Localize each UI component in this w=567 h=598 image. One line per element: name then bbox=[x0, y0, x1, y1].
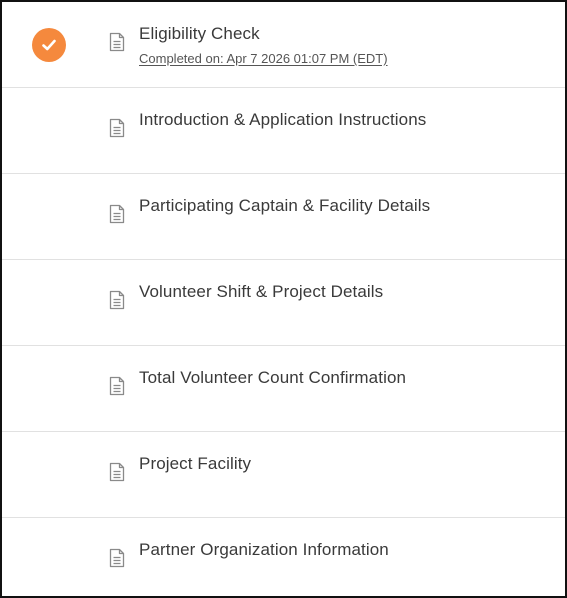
step-title: Introduction & Application Instructions bbox=[139, 110, 427, 129]
step-title: Project Facility bbox=[139, 454, 252, 473]
document-icon bbox=[108, 118, 126, 138]
check-circle-icon bbox=[32, 28, 66, 62]
document-icon bbox=[108, 290, 126, 310]
step-title: Partner Organization Information bbox=[139, 540, 389, 559]
document-icon bbox=[108, 204, 126, 224]
step-title: Participating Captain & Facility Details bbox=[139, 196, 431, 215]
document-icon bbox=[108, 462, 126, 482]
step-title: Volunteer Shift & Project Details bbox=[139, 282, 384, 301]
document-icon bbox=[108, 376, 126, 396]
completed-on-link[interactable]: Completed on: Apr 7 2026 01:07 PM (EDT) bbox=[139, 50, 545, 68]
step-volunteer-shift-details[interactable]: Volunteer Shift & Project Details bbox=[2, 260, 565, 346]
step-list: Eligibility Check Completed on: Apr 7 20… bbox=[2, 2, 565, 596]
step-project-facility[interactable]: Project Facility bbox=[2, 432, 565, 518]
step-volunteer-count-confirmation[interactable]: Total Volunteer Count Confirmation bbox=[2, 346, 565, 432]
step-title: Eligibility Check bbox=[139, 24, 260, 43]
step-eligibility-check[interactable]: Eligibility Check Completed on: Apr 7 20… bbox=[2, 2, 565, 88]
step-captain-facility-details[interactable]: Participating Captain & Facility Details bbox=[2, 174, 565, 260]
application-steps-panel: Eligibility Check Completed on: Apr 7 20… bbox=[0, 0, 567, 598]
step-title: Total Volunteer Count Confirmation bbox=[139, 368, 407, 387]
step-partner-organization[interactable]: Partner Organization Information bbox=[2, 518, 565, 596]
document-icon bbox=[108, 548, 126, 568]
step-status bbox=[32, 28, 66, 62]
document-icon bbox=[108, 32, 126, 52]
step-introduction-instructions[interactable]: Introduction & Application Instructions bbox=[2, 88, 565, 174]
